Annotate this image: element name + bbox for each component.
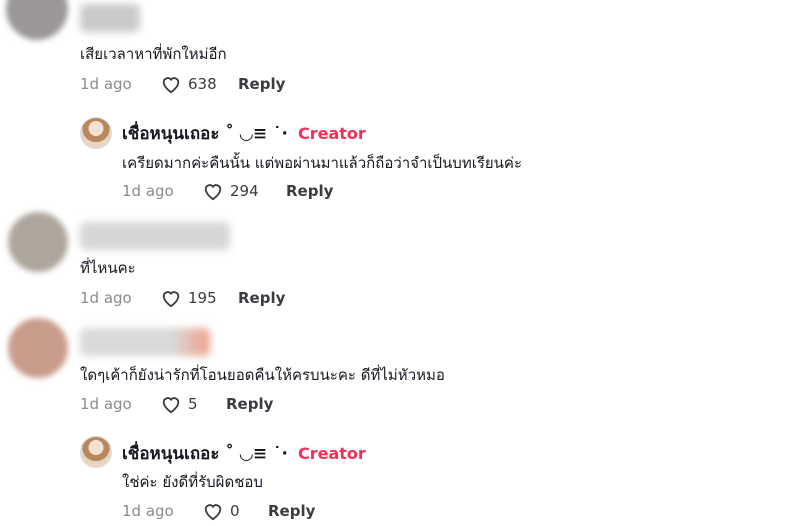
heart-outline-icon (162, 291, 180, 308)
timestamp: 1d ago (80, 75, 132, 93)
reply-meta: 1d ago 294 Reply (122, 181, 333, 201)
like-count: 294 (230, 182, 259, 200)
like-button[interactable]: 5 (160, 394, 226, 414)
reply-button[interactable]: Reply (268, 502, 315, 520)
creator-badge: Creator (297, 444, 366, 463)
like-count: 638 (188, 75, 217, 93)
reply-text: เครียดมากค่ะคืนนั้น แต่พอผ่านมาแล้วก็ถือ… (122, 154, 523, 172)
heart-outline-icon (162, 397, 180, 414)
blurred-username (80, 4, 140, 32)
like-button[interactable]: 294 (202, 181, 286, 201)
reply-button[interactable]: Reply (238, 289, 285, 307)
heart-outline-icon (162, 77, 180, 94)
blurred-avatar (6, 0, 68, 40)
creator-avatar[interactable] (80, 436, 112, 468)
blurred-avatar (8, 318, 68, 378)
comment-meta: 1d ago 638 Reply (80, 74, 285, 94)
reply-button[interactable]: Reply (226, 395, 273, 413)
heart-outline-icon (204, 504, 222, 521)
comment-text: เสียเวลาหาที่พักใหม่อีก (80, 45, 227, 63)
blurred-username (80, 222, 230, 250)
reply-button[interactable]: Reply (238, 75, 285, 93)
timestamp: 1d ago (122, 182, 174, 200)
reply-text: ใช่ค่ะ ยังดีที่รับผิดชอบ (122, 473, 263, 491)
like-count: 195 (188, 289, 217, 307)
creator-badge: Creator (297, 124, 366, 143)
like-button[interactable]: 638 (160, 74, 238, 94)
creator-avatar[interactable] (80, 117, 112, 149)
like-count: 5 (188, 395, 198, 413)
creator-name[interactable]: เชื่อหนุนเถอะ ˚ ◡≡ ˙· (122, 440, 288, 467)
timestamp: 1d ago (80, 289, 132, 307)
reply-button[interactable]: Reply (286, 182, 333, 200)
comment-meta: 1d ago 195 Reply (80, 288, 285, 308)
blurred-avatar (8, 212, 68, 272)
creator-name[interactable]: เชื่อหนุนเถอะ ˚ ◡≡ ˙· (122, 120, 288, 147)
comment-text: ที่ไหนคะ (80, 259, 136, 277)
timestamp: 1d ago (122, 502, 174, 520)
creator-name-row: เชื่อหนุนเถอะ ˚ ◡≡ ˙· Creator (122, 120, 366, 147)
like-button[interactable]: 195 (160, 288, 238, 308)
blurred-username (80, 328, 210, 356)
comment-meta: 1d ago 5 Reply (80, 394, 273, 414)
timestamp: 1d ago (80, 395, 132, 413)
like-count: 0 (230, 502, 240, 520)
heart-outline-icon (204, 184, 222, 201)
reply-meta: 1d ago 0 Reply (122, 501, 315, 521)
like-button[interactable]: 0 (202, 501, 268, 521)
creator-name-row: เชื่อหนุนเถอะ ˚ ◡≡ ˙· Creator (122, 440, 366, 467)
comment-text: ใดๆเค้าก็ยังน่ารักที่โอนยอดคืนให้ครบนะคะ… (80, 366, 445, 384)
